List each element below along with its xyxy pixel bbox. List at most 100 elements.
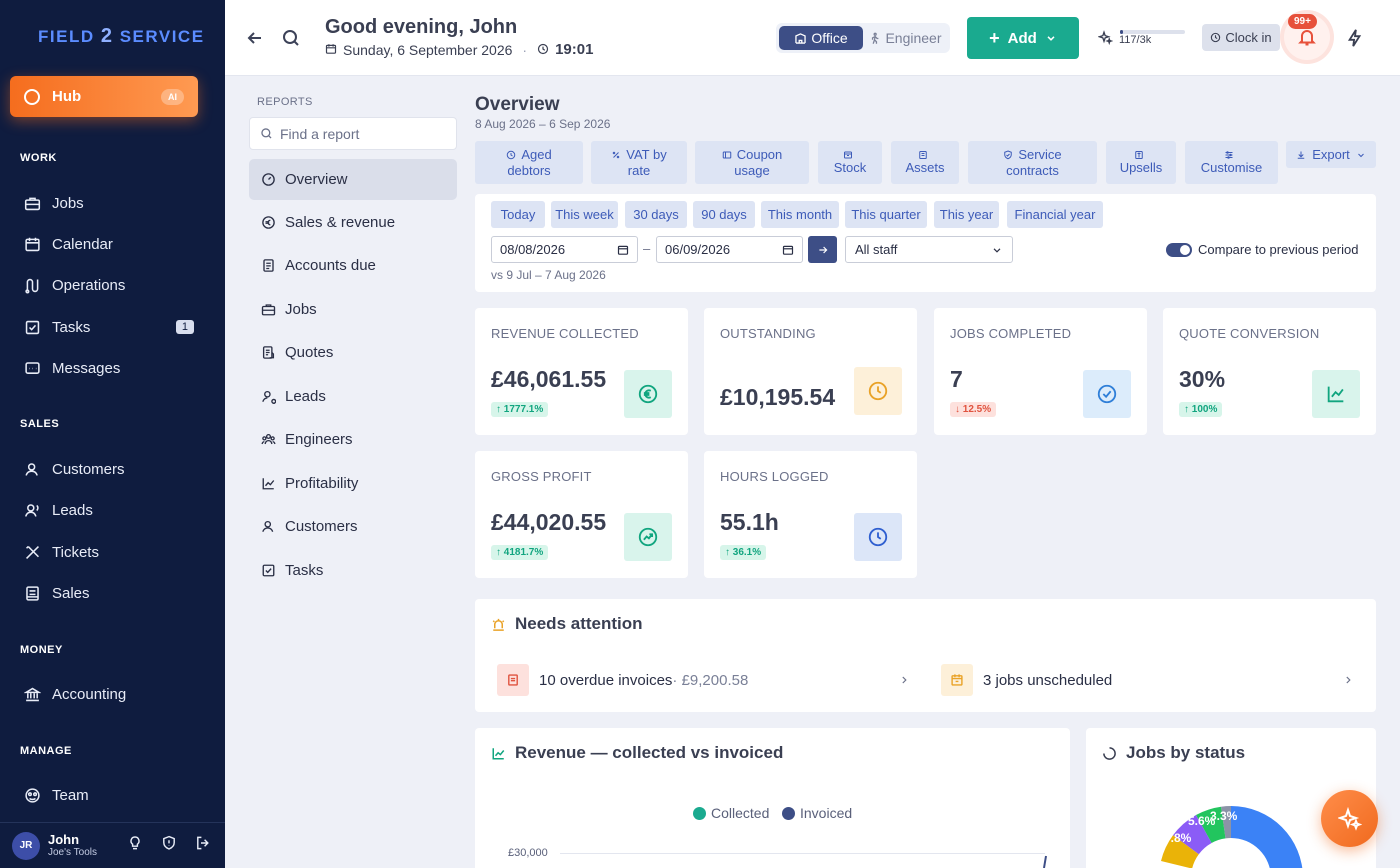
quick-tab-line2: Assets xyxy=(905,159,945,175)
report-item-customers[interactable]: Customers xyxy=(249,506,457,547)
kpi-outstanding[interactable]: OUTSTANDING £10,195.54 xyxy=(704,308,917,435)
kpi-gross-profit[interactable]: GROSS PROFIT £44,020.55 ↑ 4181.7% xyxy=(475,451,688,578)
sidebar-item-tasks[interactable]: Tasks 1 xyxy=(24,314,194,340)
kpi-hours-logged[interactable]: HOURS LOGGED 55.1h ↑ 36.1% xyxy=(704,451,917,578)
legend-invoiced[interactable]: Invoiced xyxy=(782,805,852,821)
period-90-days[interactable]: 90 days xyxy=(693,201,755,228)
kpi-delta: ↑ 36.1% xyxy=(720,545,767,560)
quick-tab-service-contracts[interactable]: Service contracts xyxy=(968,141,1097,184)
sidebar-item-jobs[interactable]: Jobs xyxy=(24,190,194,216)
ai-assistant-button[interactable] xyxy=(1321,790,1378,847)
lightbulb-icon[interactable] xyxy=(127,835,143,856)
chevron-right-icon[interactable] xyxy=(1342,673,1354,691)
export-label: Export xyxy=(1312,146,1350,162)
sidebar-item-accounting[interactable]: Accounting xyxy=(24,681,194,707)
attention-overdue-invoices[interactable]: 10 overdue invoices · £9,200.58 xyxy=(497,664,748,696)
mode-office-button[interactable]: Office xyxy=(779,26,863,50)
ai-credits-bar-fill xyxy=(1120,30,1124,34)
quick-tab-upsells[interactable]: Upsells xyxy=(1106,141,1176,184)
sidebar-item-operations[interactable]: Operations xyxy=(24,272,194,298)
date-from-input[interactable]: 08/08/2026 xyxy=(491,236,638,263)
report-search-input[interactable]: Find a report xyxy=(249,117,457,150)
report-item-tasks[interactable]: Tasks xyxy=(249,550,457,591)
sidebar-item-team[interactable]: Team xyxy=(24,782,194,808)
clock-icon xyxy=(854,367,902,415)
user-info[interactable]: John Joe's Tools xyxy=(48,833,97,859)
period-today[interactable]: Today xyxy=(491,201,545,228)
kpi-revenue-collected[interactable]: REVENUE COLLECTED £46,061.55 ↑ 1777.1% xyxy=(475,308,688,435)
back-arrow-icon[interactable] xyxy=(245,28,265,48)
chevron-down-icon xyxy=(1357,153,1364,157)
report-item-overview[interactable]: Overview xyxy=(249,159,457,200)
report-item-jobs[interactable]: Jobs xyxy=(249,289,457,330)
shield-icon[interactable] xyxy=(161,835,177,856)
report-item-accounts-due[interactable]: Accounts due xyxy=(249,245,457,286)
plus-icon: + xyxy=(989,28,1000,48)
mode-engineer-button[interactable]: Engineer xyxy=(863,26,947,50)
avatar[interactable]: JR xyxy=(12,831,40,860)
chevron-right-icon[interactable] xyxy=(898,673,910,691)
y-axis-tick-label: £30,000 xyxy=(508,847,548,859)
period-this-year[interactable]: This year xyxy=(934,201,999,228)
kpi-delta: ↓ 12.5% xyxy=(950,402,997,417)
period-this-month[interactable]: This month xyxy=(761,201,839,228)
staff-select-value: All staff xyxy=(855,242,898,257)
receipt-icon xyxy=(24,585,41,602)
report-item-profitability[interactable]: Profitability xyxy=(249,463,457,504)
export-button[interactable]: Export xyxy=(1286,141,1376,168)
add-button[interactable]: + Add xyxy=(967,17,1079,59)
staff-select[interactable]: All staff xyxy=(845,236,1013,263)
kpi-delta-value: 100% xyxy=(1191,404,1218,415)
arrow-right-icon xyxy=(818,246,827,253)
hub-button[interactable]: Hub AI xyxy=(10,76,198,117)
compare-toggle[interactable] xyxy=(1166,243,1192,257)
sidebar-item-customers[interactable]: Customers xyxy=(24,456,194,482)
quick-tab-line2: Stock xyxy=(833,159,867,175)
quick-tab-aged-debtors[interactable]: Aged debtors xyxy=(475,141,583,184)
legend-dot-invoiced xyxy=(782,806,795,820)
sidebar-item-tickets[interactable]: Tickets xyxy=(24,539,194,565)
kpi-value: 7 xyxy=(950,366,963,392)
group-icon xyxy=(261,432,276,447)
user-org: Joe's Tools xyxy=(48,846,97,858)
quick-tab-stock[interactable]: Stock xyxy=(818,141,882,184)
sidebar-item-messages[interactable]: Messages xyxy=(24,355,194,381)
report-item-label: Engineers xyxy=(285,431,353,448)
briefcase-icon xyxy=(24,195,41,212)
legend-collected[interactable]: Collected xyxy=(693,805,769,821)
kpi-quote-conversion[interactable]: QUOTE CONVERSION 30% ↑ 100% xyxy=(1163,308,1376,435)
report-item-leads[interactable]: Leads xyxy=(249,376,457,417)
quick-tab-vat-by-rate[interactable]: VAT by rate xyxy=(591,141,687,184)
quick-tab-line1: Service xyxy=(1018,146,1062,162)
kpi-label: JOBS COMPLETED xyxy=(950,326,1072,341)
quick-tab-coupon-usage[interactable]: Coupon usage xyxy=(695,141,809,184)
brand-logo[interactable]: FIELD 2 SERVICE xyxy=(38,25,205,48)
attention-jobs-unscheduled[interactable]: 3 jobs unscheduled xyxy=(941,664,1112,696)
kpi-label: OUTSTANDING xyxy=(720,326,816,341)
date-to-input[interactable]: 06/09/2026 xyxy=(656,236,803,263)
check-circle-icon xyxy=(1083,370,1131,418)
period-this-quarter[interactable]: This quarter xyxy=(845,201,927,228)
search-icon[interactable] xyxy=(281,28,301,48)
sidebar-item-calendar[interactable]: Calendar xyxy=(24,231,194,257)
lightning-icon[interactable] xyxy=(1346,28,1364,53)
report-item-sales-revenue[interactable]: Sales & revenue xyxy=(249,202,457,243)
clock-in-button[interactable]: Clock in xyxy=(1202,24,1280,51)
box-icon xyxy=(843,151,852,158)
mode-switch: Office Engineer xyxy=(776,23,950,53)
donut-segment-blue[interactable] xyxy=(1231,806,1303,868)
trend-circle-icon xyxy=(624,513,672,561)
sidebar-item-leads[interactable]: Leads xyxy=(24,497,194,523)
report-item-quotes[interactable]: Quotes xyxy=(249,332,457,373)
ai-credits-bar xyxy=(1120,30,1185,34)
apply-date-button[interactable] xyxy=(808,236,837,263)
kpi-jobs-completed[interactable]: JOBS COMPLETED 7 ↓ 12.5% xyxy=(934,308,1147,435)
period-this-week[interactable]: This week xyxy=(551,201,618,228)
logout-icon[interactable] xyxy=(195,835,211,856)
quick-tab-assets[interactable]: Assets xyxy=(891,141,959,184)
period-financial-year[interactable]: Financial year xyxy=(1007,201,1103,228)
sidebar-item-sales[interactable]: Sales xyxy=(24,580,194,606)
quick-tab-customise[interactable]: Customise xyxy=(1185,141,1278,184)
report-item-engineers[interactable]: Engineers xyxy=(249,419,457,460)
period-30-days[interactable]: 30 days xyxy=(625,201,687,228)
